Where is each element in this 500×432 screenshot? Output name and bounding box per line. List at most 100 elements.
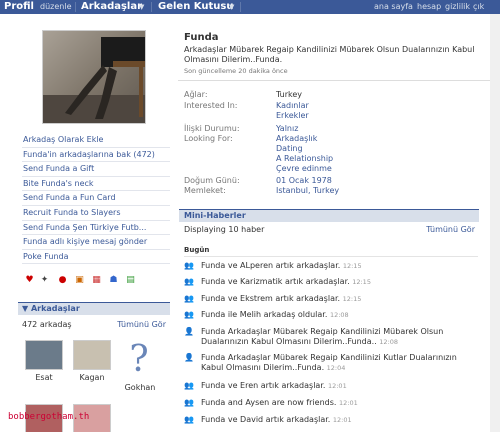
- nav-separator: [151, 2, 152, 12]
- feed-time: 12:08: [379, 338, 399, 346]
- divider: [184, 256, 478, 257]
- message-icon[interactable]: ▤: [125, 275, 136, 286]
- looking-for-value[interactable]: Çevre edinme: [276, 164, 332, 174]
- friend-tile[interactable]: ? Gokhan: [120, 340, 160, 393]
- account-link[interactable]: hesap: [417, 0, 441, 14]
- send-message-link[interactable]: Funda adlı kişiye mesaj gönder: [22, 235, 170, 250]
- friend-name[interactable]: Esat: [24, 373, 64, 382]
- feed-item: 👤 Funda Arkadaşlar Mübarek Regaip Kandil…: [184, 327, 484, 349]
- friends-box-header[interactable]: ▼ Arkadaşlar: [18, 302, 170, 315]
- send-gift-link[interactable]: Send Funda a Gift: [22, 162, 170, 177]
- friend-tile[interactable]: Esat: [24, 340, 64, 382]
- friend-name[interactable]: Kagan: [72, 373, 112, 382]
- inbox-menu[interactable]: Gelen Kutusu: [158, 0, 233, 14]
- feed-item: 👥 Funda ve Ekstrem artık arkadaşlar. 12:…: [184, 294, 484, 306]
- feed-text[interactable]: Funda Arkadaşlar Mübarek Regaip Kandilin…: [201, 327, 443, 346]
- profile-photo[interactable]: [42, 30, 146, 124]
- looking-for-label: Looking For:: [184, 134, 233, 143]
- network-value: Turkey: [276, 90, 303, 99]
- friends-box-title: Arkadaşlar: [30, 304, 80, 313]
- friends-icon: 👥: [184, 277, 194, 286]
- minifeed-count: Displaying 10 haber: [184, 225, 265, 234]
- inbox-dropdown-icon[interactable]: ▼: [229, 0, 234, 14]
- view-friends-link[interactable]: Funda'in arkadaşlarına bak (472): [22, 148, 170, 163]
- feed-text[interactable]: Funda and Aysen are now friends.: [201, 398, 336, 407]
- poke-link[interactable]: Poke Funda: [22, 250, 170, 265]
- watermark: bobbergotham.th: [8, 412, 90, 422]
- minifeed-header[interactable]: Mini-Haberler: [179, 209, 479, 222]
- network-label: Ağlar:: [184, 90, 208, 99]
- hometown-label: Memleket:: [184, 186, 226, 195]
- interested-value[interactable]: Erkekler: [276, 111, 309, 121]
- feed-item: 👥 Funda ve Eren artık arkadaşlar. 12:01: [184, 381, 484, 393]
- feed-text[interactable]: Funda ile Melih arkadaş oldular.: [201, 310, 327, 319]
- friend-avatar[interactable]: [25, 340, 63, 370]
- feed-time: 12:15: [342, 262, 362, 270]
- friends-icon: 👥: [184, 381, 194, 390]
- people-icon[interactable]: ☗: [108, 275, 119, 286]
- vertical-scrollbar[interactable]: [490, 14, 500, 432]
- profile-name: Funda: [184, 32, 219, 43]
- top-navigation-bar: Profil düzenle Arkadaşlar ▼ Gelen Kutusu…: [0, 0, 500, 14]
- user-icon: 👤: [184, 353, 194, 362]
- feed-text[interactable]: Funda ve ALperen artık arkadaşlar.: [201, 261, 340, 270]
- photo-figure: [65, 37, 145, 119]
- edit-profile-link[interactable]: düzenle: [40, 0, 71, 14]
- status-message: Arkadaşlar Mübarek Regaip Kandilinizi Mü…: [184, 45, 475, 64]
- friends-icon: 👥: [184, 310, 194, 319]
- football-app-link[interactable]: Send Funda Şen Türkiye Futb...: [22, 221, 170, 236]
- friends-icon: 👥: [184, 294, 194, 303]
- privacy-link[interactable]: gizlilik: [445, 0, 470, 14]
- looking-for-value[interactable]: Dating: [276, 144, 303, 154]
- relationship-label: İlişki Durumu:: [184, 124, 240, 133]
- bat-icon[interactable]: ✦: [39, 275, 50, 286]
- minifeed-subheader: Displaying 10 haber Tümünü Gör: [184, 224, 478, 236]
- friend-avatar[interactable]: [73, 340, 111, 370]
- logout-link[interactable]: çık: [473, 0, 484, 14]
- interested-label: Interested In:: [184, 101, 238, 110]
- friends-menu[interactable]: Arkadaşlar: [81, 0, 142, 14]
- home-link[interactable]: ana sayfa: [374, 0, 413, 14]
- feed-time: 12:15: [352, 278, 371, 286]
- bite-link[interactable]: Bite Funda's neck: [22, 177, 170, 192]
- card-icon[interactable]: ▦: [91, 275, 102, 286]
- question-mark-icon[interactable]: ?: [120, 340, 158, 380]
- birthday-value[interactable]: 01 Ocak 1978: [276, 176, 332, 186]
- recruit-link[interactable]: Recruit Funda to Slayers: [22, 206, 170, 221]
- friends-box-subheader: 472 arkadaş Tümünü Gör: [22, 318, 170, 331]
- collapse-icon[interactable]: ▼: [22, 304, 31, 313]
- looking-for-value[interactable]: Arkadaşlık: [276, 134, 317, 144]
- feed-text[interactable]: Funda ve Ekstrem artık arkadaşlar.: [201, 294, 340, 303]
- fun-card-link[interactable]: Send Funda a Fun Card: [22, 191, 170, 206]
- interested-value[interactable]: Kadınlar: [276, 101, 309, 111]
- feed-time: 12:01: [327, 382, 347, 390]
- friend-name[interactable]: Gokhan: [120, 383, 160, 392]
- feed-item: 👥 Funda ve David artık arkadaşlar. 12:01: [184, 415, 484, 427]
- add-friend-link[interactable]: Arkadaş Olarak Ekle: [22, 133, 170, 148]
- red-circle-icon[interactable]: ●: [57, 275, 68, 286]
- heart-icon[interactable]: ♥: [24, 275, 35, 286]
- feed-item: 👥 Funda ve Karizmatik artık arkadaşlar. …: [184, 277, 484, 289]
- today-heading: Bugün: [184, 246, 210, 254]
- feed-text[interactable]: Funda ve Karizmatik artık arkadaşlar.: [201, 277, 350, 286]
- hometown-value[interactable]: Istanbul, Turkey: [276, 186, 339, 196]
- minifeed-see-all-link[interactable]: Tümünü Gör: [426, 224, 475, 236]
- friend-tile[interactable]: Kagan: [72, 340, 112, 382]
- friends-icon: 👥: [184, 261, 194, 270]
- feed-text[interactable]: Funda ve David artık arkadaşlar.: [201, 415, 330, 424]
- birthday-label: Doğum Günü:: [184, 176, 240, 185]
- friends-dropdown-icon[interactable]: ▼: [139, 0, 144, 14]
- user-icon: 👤: [184, 327, 194, 336]
- friends-see-all-link[interactable]: Tümünü Gör: [117, 318, 166, 331]
- gift-icon[interactable]: ▣: [74, 275, 85, 286]
- app-icons-row: ♥ ✦ ● ▣ ▦ ☗ ▤: [22, 274, 170, 288]
- profile-link[interactable]: Profil: [4, 0, 34, 14]
- feed-time: 12:04: [326, 364, 346, 372]
- feed-time: 12:01: [338, 399, 358, 407]
- relationship-value[interactable]: Yalnız: [276, 124, 298, 134]
- nav-separator: [75, 2, 76, 12]
- feed-item: 👥 Funda and Aysen are now friends. 12:01: [184, 398, 484, 410]
- feed-text[interactable]: Funda ve Eren artık arkadaşlar.: [201, 381, 325, 390]
- looking-for-value[interactable]: A Relationship: [276, 154, 333, 164]
- friends-icon: 👥: [184, 415, 194, 424]
